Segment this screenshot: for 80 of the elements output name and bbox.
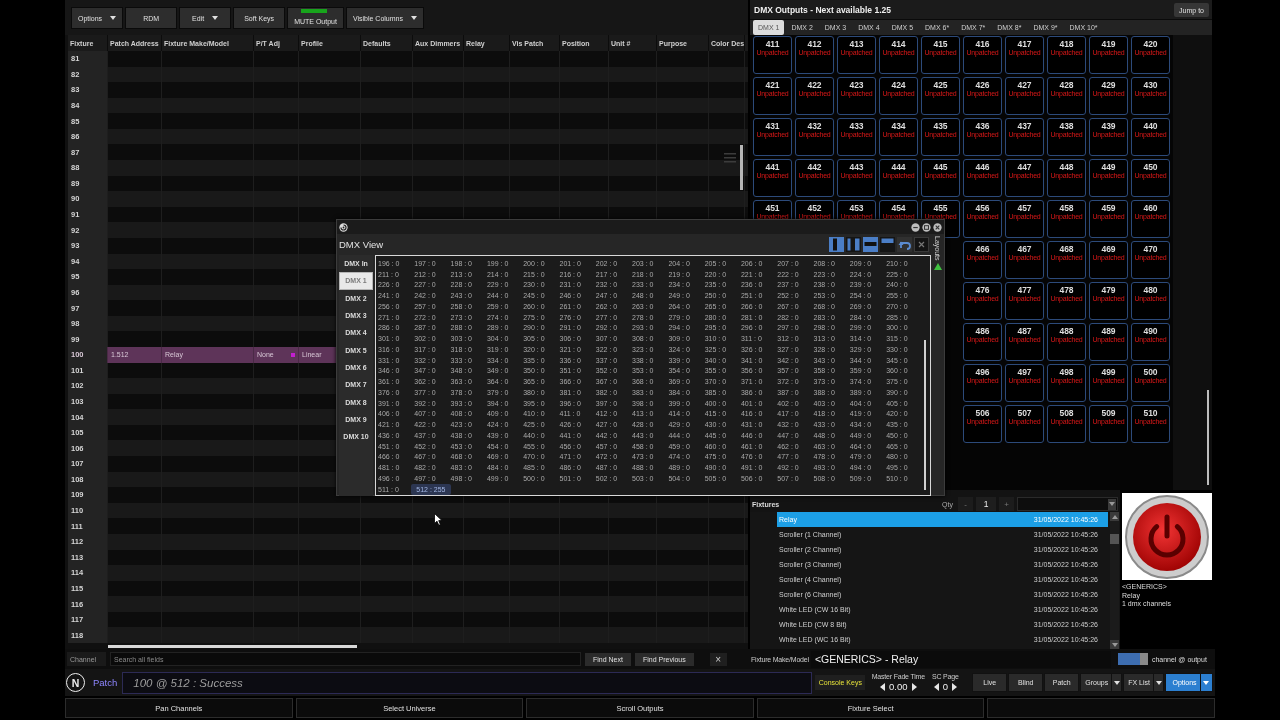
channel-number: 479 (1101, 285, 1116, 295)
channel-number: 436 (975, 121, 990, 131)
channel-number: 417 (1017, 39, 1032, 49)
channel-number: 500 (1143, 367, 1158, 377)
channel-number: 440 (1143, 121, 1158, 131)
channel-number: 488 (1059, 326, 1074, 336)
channel-number: 468 (1059, 244, 1074, 254)
channel-number: 476 (975, 285, 990, 295)
channel-number: 428 (1059, 80, 1074, 90)
channel-number: 509 (1101, 408, 1116, 418)
channel-number: 455 (933, 203, 948, 213)
channel-number: 457 (1017, 203, 1032, 213)
channel-number: 454 (891, 203, 906, 213)
channel-number: 452 (807, 203, 822, 213)
channel-number: 451 (765, 203, 780, 213)
channel-number: 435 (933, 121, 948, 131)
channel-number: 449 (1101, 162, 1116, 172)
channel-number: 447 (1017, 162, 1032, 172)
channel-number: 507 (1017, 408, 1032, 418)
channel-number: 497 (1017, 367, 1032, 377)
channel-number: 508 (1059, 408, 1074, 418)
channel-number: 506 (975, 408, 990, 418)
panel-title: DMX Outputs - Next available 1.25 (754, 5, 891, 15)
mode-label: Patch (93, 677, 118, 688)
channel-number: 487 (1017, 326, 1032, 336)
channel-number: 426 (975, 80, 990, 90)
channel-number: 424 (891, 80, 906, 90)
channel-number: 421 (765, 80, 780, 90)
channel-number: 427 (1017, 80, 1032, 90)
channel-number: 466 (975, 244, 990, 254)
channel-number: 478 (1059, 285, 1074, 295)
channel-number: 411 (765, 39, 780, 49)
channel-number: 442 (807, 162, 822, 172)
channel-number: 450 (1143, 162, 1158, 172)
channel-number: 498 (1059, 367, 1074, 377)
channel-number: 418 (1059, 39, 1074, 49)
channel-number: 470 (1143, 244, 1158, 254)
channel-number: 429 (1101, 80, 1116, 90)
channel-number: 439 (1101, 121, 1116, 131)
window-title: DMX View (339, 239, 384, 250)
channel-number: 443 (849, 162, 864, 172)
channel-number: 413 (849, 39, 864, 49)
channel-number: 437 (1017, 121, 1032, 131)
channel-number: 489 (1101, 326, 1116, 336)
channel-number: 420 (1143, 39, 1158, 49)
channel-number: 448 (1059, 162, 1074, 172)
channel-number: 460 (1143, 203, 1158, 213)
channel-number: 467 (1017, 244, 1032, 254)
channel-number: 469 (1101, 244, 1116, 254)
channel-number: 431 (765, 121, 780, 131)
page-value: 0 (942, 680, 948, 693)
channel-number: 434 (891, 121, 906, 131)
channel-number: 446 (975, 162, 990, 172)
channel-number: 477 (1017, 285, 1032, 295)
channel-number: 430 (1143, 80, 1158, 90)
channel-number: 441 (765, 162, 780, 172)
channel-number: 445 (933, 162, 948, 172)
channel-number: 419 (1101, 39, 1116, 49)
channel-number: 415 (933, 39, 948, 49)
channel-number: 423 (849, 80, 864, 90)
channel-number: 444 (891, 162, 906, 172)
channel-number: 458 (1059, 203, 1074, 213)
channel-number: 510 (1143, 408, 1158, 418)
channel-number: 414 (891, 39, 906, 49)
channel-number: 486 (975, 326, 990, 336)
channel-number: 416 (975, 39, 990, 49)
channel-number: 432 (807, 121, 822, 131)
channel-number: 480 (1143, 285, 1158, 295)
channel-number: 433 (849, 121, 864, 131)
channel-number: 456 (975, 203, 990, 213)
fade-time-value: 0.00 (889, 680, 908, 693)
channel-number: 453 (849, 203, 864, 213)
channel-number: 490 (1143, 326, 1158, 336)
channel-number: 499 (1101, 367, 1116, 377)
channel-number: 425 (933, 80, 948, 90)
channel-number: 422 (807, 80, 822, 90)
channel-number: 459 (1101, 203, 1116, 213)
channel-number: 412 (807, 39, 822, 49)
channel-number: 438 (1059, 121, 1074, 131)
channel-number: 496 (975, 367, 990, 377)
